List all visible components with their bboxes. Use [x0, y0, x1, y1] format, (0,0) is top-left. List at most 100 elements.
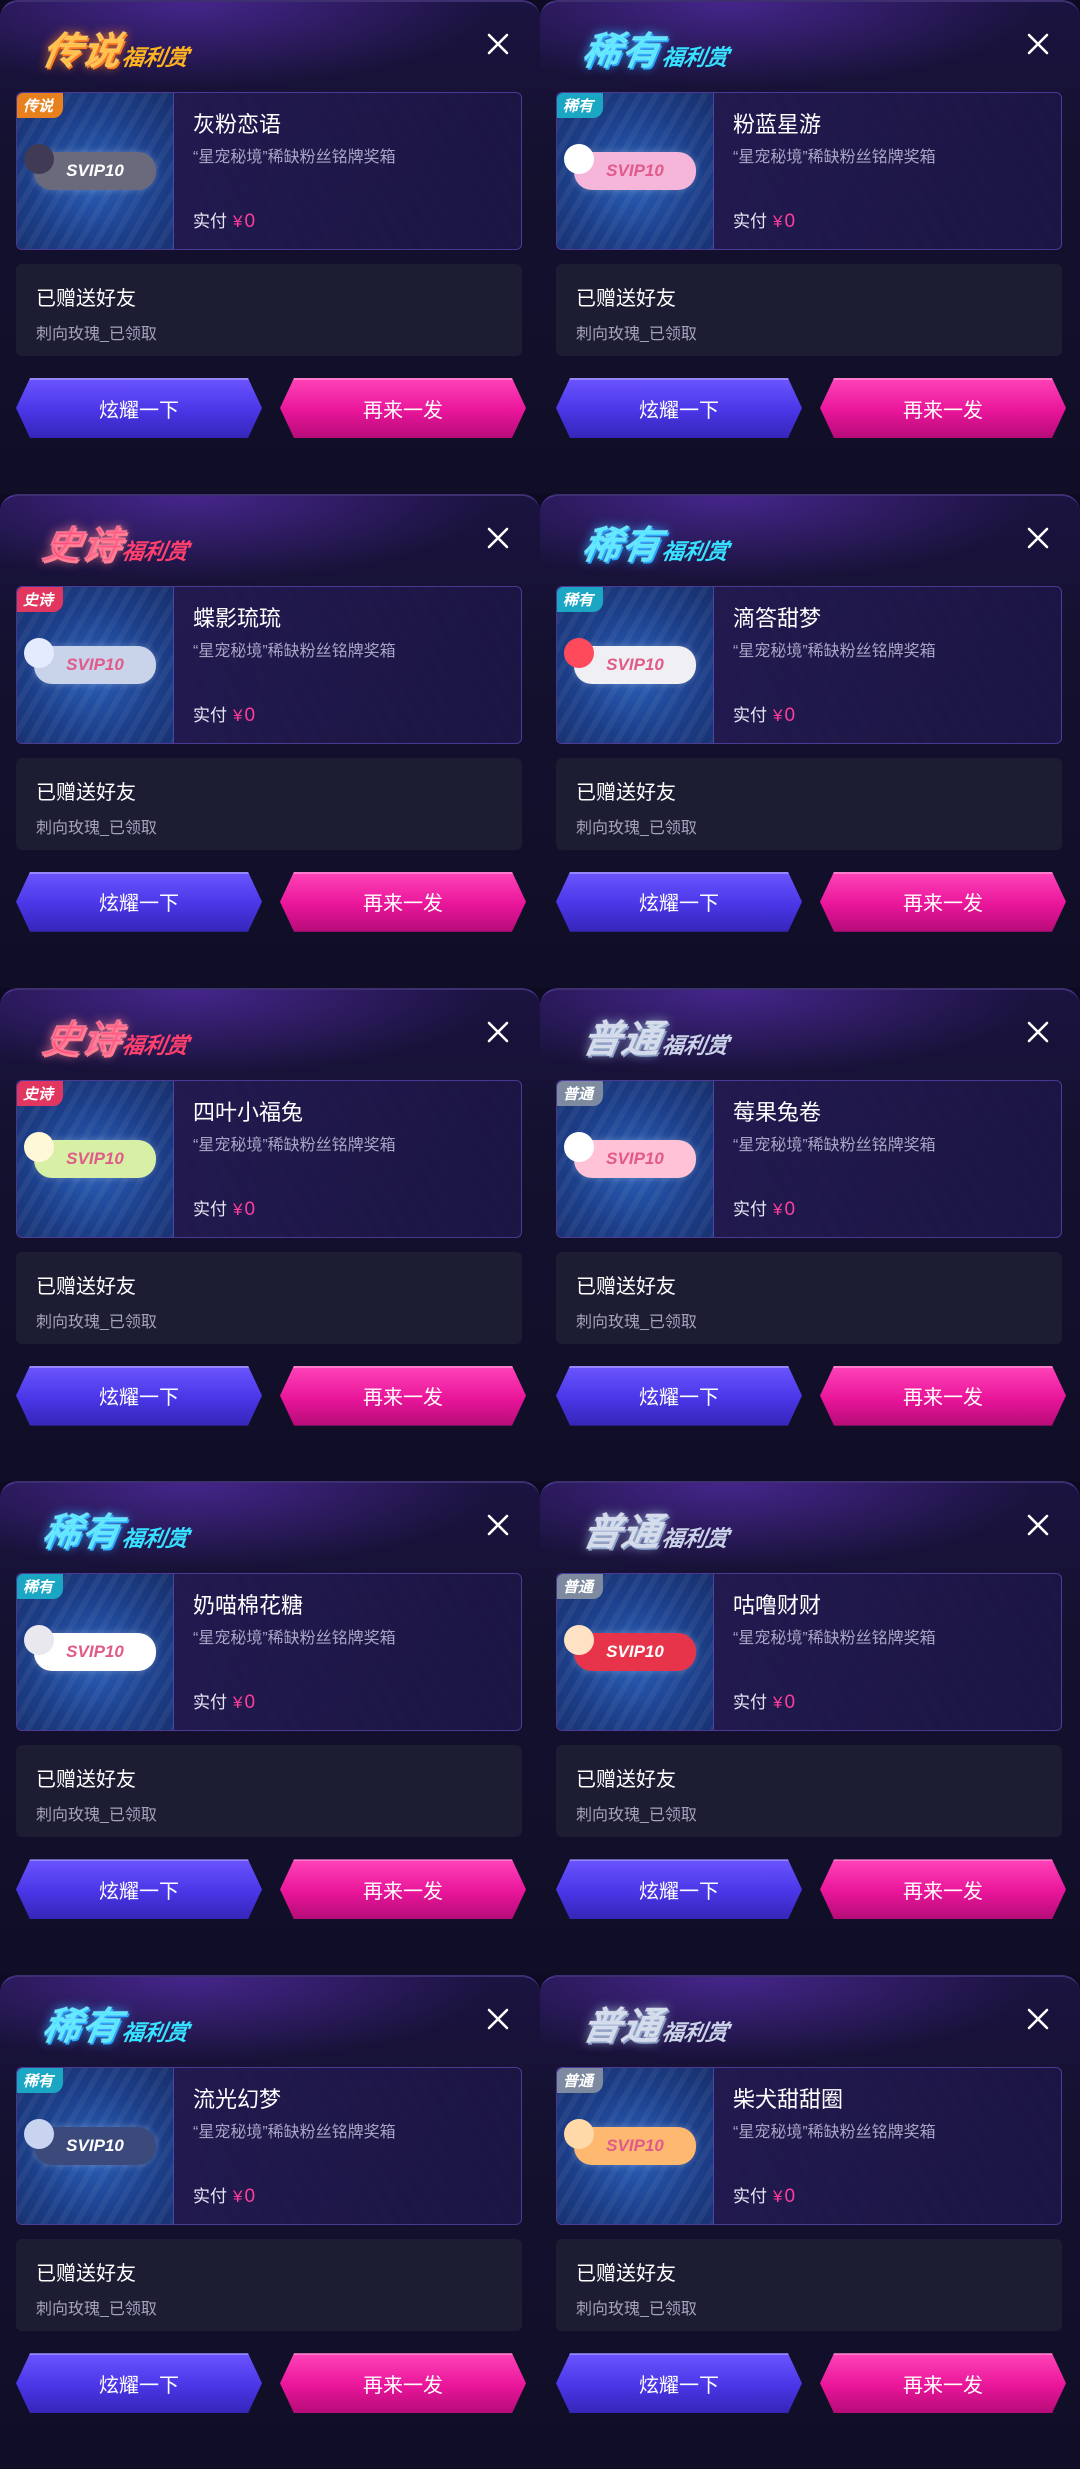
paid-label: 实付	[733, 212, 767, 231]
gift-title: 已赠送好友	[36, 2263, 136, 2286]
draw-again-button[interactable]: 再来一发	[280, 378, 526, 438]
svip-badge: SVIP10	[564, 1625, 696, 1672]
svip-badge-text: SVIP10	[66, 2136, 124, 2156]
close-button[interactable]	[1016, 516, 1060, 560]
gift-status: 刺向玫瑰_已领取	[576, 819, 697, 837]
show-off-button[interactable]: 炫耀一下	[556, 378, 802, 438]
reward-tier-label: 普通	[579, 2006, 665, 2049]
svip-badge-text: SVIP10	[66, 1148, 124, 1168]
reward-tier-label: 稀有	[579, 31, 665, 74]
reward-title: 史诗 福利赏	[39, 514, 195, 569]
svip-badge: SVIP10	[564, 144, 696, 190]
reward-title-suffix: 福利赏	[120, 1032, 191, 1058]
mascot-icon	[564, 1131, 594, 1162]
prize-description: “星宠秘境”稀缺粉丝铭牌奖箱	[193, 1630, 396, 1648]
reward-title-suffix: 福利赏	[120, 1526, 191, 1552]
show-off-button[interactable]: 炫耀一下	[16, 378, 262, 438]
svip-badge: SVIP10	[24, 2119, 156, 2166]
close-icon	[487, 1515, 509, 1536]
paid-amount: 实付 ¥0	[733, 2182, 795, 2208]
prize-name: 粉蓝星游	[733, 112, 822, 137]
draw-again-button[interactable]: 再来一发	[820, 872, 1066, 932]
reward-title: 传说 福利赏	[39, 20, 195, 75]
draw-again-button[interactable]: 再来一发	[820, 378, 1066, 438]
svip-badge-text: SVIP10	[606, 654, 664, 674]
reward-title-suffix: 福利赏	[660, 45, 731, 70]
draw-again-button[interactable]: 再来一发	[820, 1366, 1066, 1426]
prize-description: “星宠秘境”稀缺粉丝铭牌奖箱	[193, 149, 396, 166]
draw-again-button[interactable]: 再来一发	[280, 1859, 526, 1919]
gift-status: 刺向玫瑰_已领取	[576, 1807, 697, 1825]
draw-again-button[interactable]: 再来一发	[820, 1859, 1066, 1919]
paid-label: 实付	[733, 2187, 767, 2207]
paid-value: 0	[784, 1692, 796, 1714]
gift-title: 已赠送好友	[576, 1769, 676, 1792]
close-icon	[487, 1021, 509, 1042]
currency-symbol: ¥	[233, 1199, 243, 1219]
paid-amount: 实付 ¥0	[733, 1195, 795, 1221]
draw-again-button[interactable]: 再来一发	[280, 2353, 526, 2413]
gift-title: 已赠送好友	[576, 2263, 676, 2286]
paid-value: 0	[784, 211, 796, 232]
paid-amount: 实付 ¥0	[193, 1195, 255, 1221]
close-icon	[1027, 2008, 1049, 2030]
reward-card-8: 普通 福利赏 普通 SVIP10 咕噜财财 “星宠秘境”稀缺粉丝铭牌奖箱 实付 ¥…	[540, 1481, 1080, 1976]
close-button[interactable]	[476, 1997, 520, 2041]
gift-title: 已赠送好友	[576, 288, 676, 310]
show-off-button[interactable]: 炫耀一下	[556, 1366, 802, 1426]
draw-again-button[interactable]: 再来一发	[280, 872, 526, 932]
close-button[interactable]	[1016, 1503, 1060, 1547]
svip-badge: SVIP10	[24, 144, 156, 190]
mascot-icon	[564, 144, 594, 174]
reward-title-suffix: 福利赏	[660, 2020, 731, 2046]
prize-name: 滴答甜梦	[733, 605, 822, 631]
gift-status: 刺向玫瑰_已领取	[576, 2301, 697, 2319]
prize-description: “星宠秘境”稀缺粉丝铭牌奖箱	[193, 1136, 396, 1154]
paid-value: 0	[784, 2186, 796, 2208]
reward-card-4: 稀有 福利赏 稀有 SVIP10 滴答甜梦 “星宠秘境”稀缺粉丝铭牌奖箱 实付 ¥…	[540, 493, 1080, 988]
draw-again-button[interactable]: 再来一发	[280, 1366, 526, 1426]
prize-thumbnail: 传说 SVIP10	[17, 93, 174, 249]
prize-thumbnail: 稀有 SVIP10	[557, 93, 714, 249]
currency-symbol: ¥	[773, 2187, 783, 2207]
reward-tier-label: 稀有	[39, 2006, 125, 2049]
show-off-button[interactable]: 炫耀一下	[556, 2353, 802, 2413]
paid-label: 实付	[733, 1693, 767, 1713]
close-button[interactable]	[1016, 22, 1060, 66]
gift-status: 刺向玫瑰_已领取	[576, 326, 697, 343]
prize-panel: 稀有 SVIP10 流光幻梦 “星宠秘境”稀缺粉丝铭牌奖箱 实付 ¥0	[16, 2067, 522, 2226]
reward-card-1: 传说 福利赏 传说 SVIP10 灰粉恋语 “星宠秘境”稀缺粉丝铭牌奖箱 实付 ¥…	[0, 0, 540, 494]
close-button[interactable]	[476, 1010, 520, 1054]
reward-tier-label: 普通	[579, 1018, 665, 1061]
reward-card-9: 稀有 福利赏 稀有 SVIP10 流光幻梦 “星宠秘境”稀缺粉丝铭牌奖箱 实付 ¥…	[0, 1975, 540, 2469]
close-button[interactable]	[476, 22, 520, 66]
paid-amount: 实付 ¥0	[733, 701, 795, 727]
paid-value: 0	[244, 1198, 256, 1220]
show-off-button[interactable]: 炫耀一下	[556, 1859, 802, 1919]
reward-title: 稀有 福利赏	[579, 514, 735, 569]
reward-card-10: 普通 福利赏 普通 SVIP10 柴犬甜甜圈 “星宠秘境”稀缺粉丝铭牌奖箱 实付…	[540, 1975, 1080, 2469]
gift-status: 刺向玫瑰_已领取	[576, 1313, 697, 1331]
currency-symbol: ¥	[773, 705, 783, 725]
show-off-button[interactable]: 炫耀一下	[556, 872, 802, 932]
prize-panel: 史诗 SVIP10 四叶小福兔 “星宠秘境”稀缺粉丝铭牌奖箱 实付 ¥0	[16, 1079, 522, 1238]
draw-again-button[interactable]: 再来一发	[820, 2353, 1066, 2413]
paid-amount: 实付 ¥0	[193, 2182, 255, 2208]
reward-title-suffix: 福利赏	[660, 1032, 731, 1058]
show-off-button[interactable]: 炫耀一下	[16, 872, 262, 932]
tier-tag: 史诗	[17, 586, 64, 612]
paid-value: 0	[784, 1198, 796, 1220]
close-button[interactable]	[1016, 1997, 1060, 2041]
close-icon	[487, 33, 509, 55]
gift-status: 刺向玫瑰_已领取	[36, 819, 157, 837]
close-button[interactable]	[476, 516, 520, 560]
close-button[interactable]	[1016, 1010, 1060, 1054]
svip-badge: SVIP10	[24, 1625, 156, 1672]
close-button[interactable]	[476, 1503, 520, 1547]
show-off-button[interactable]: 炫耀一下	[16, 2353, 262, 2413]
currency-symbol: ¥	[773, 212, 783, 231]
show-off-button[interactable]: 炫耀一下	[16, 1859, 262, 1919]
show-off-button[interactable]: 炫耀一下	[16, 1366, 262, 1426]
currency-symbol: ¥	[773, 1693, 783, 1713]
paid-label: 实付	[193, 1199, 227, 1219]
